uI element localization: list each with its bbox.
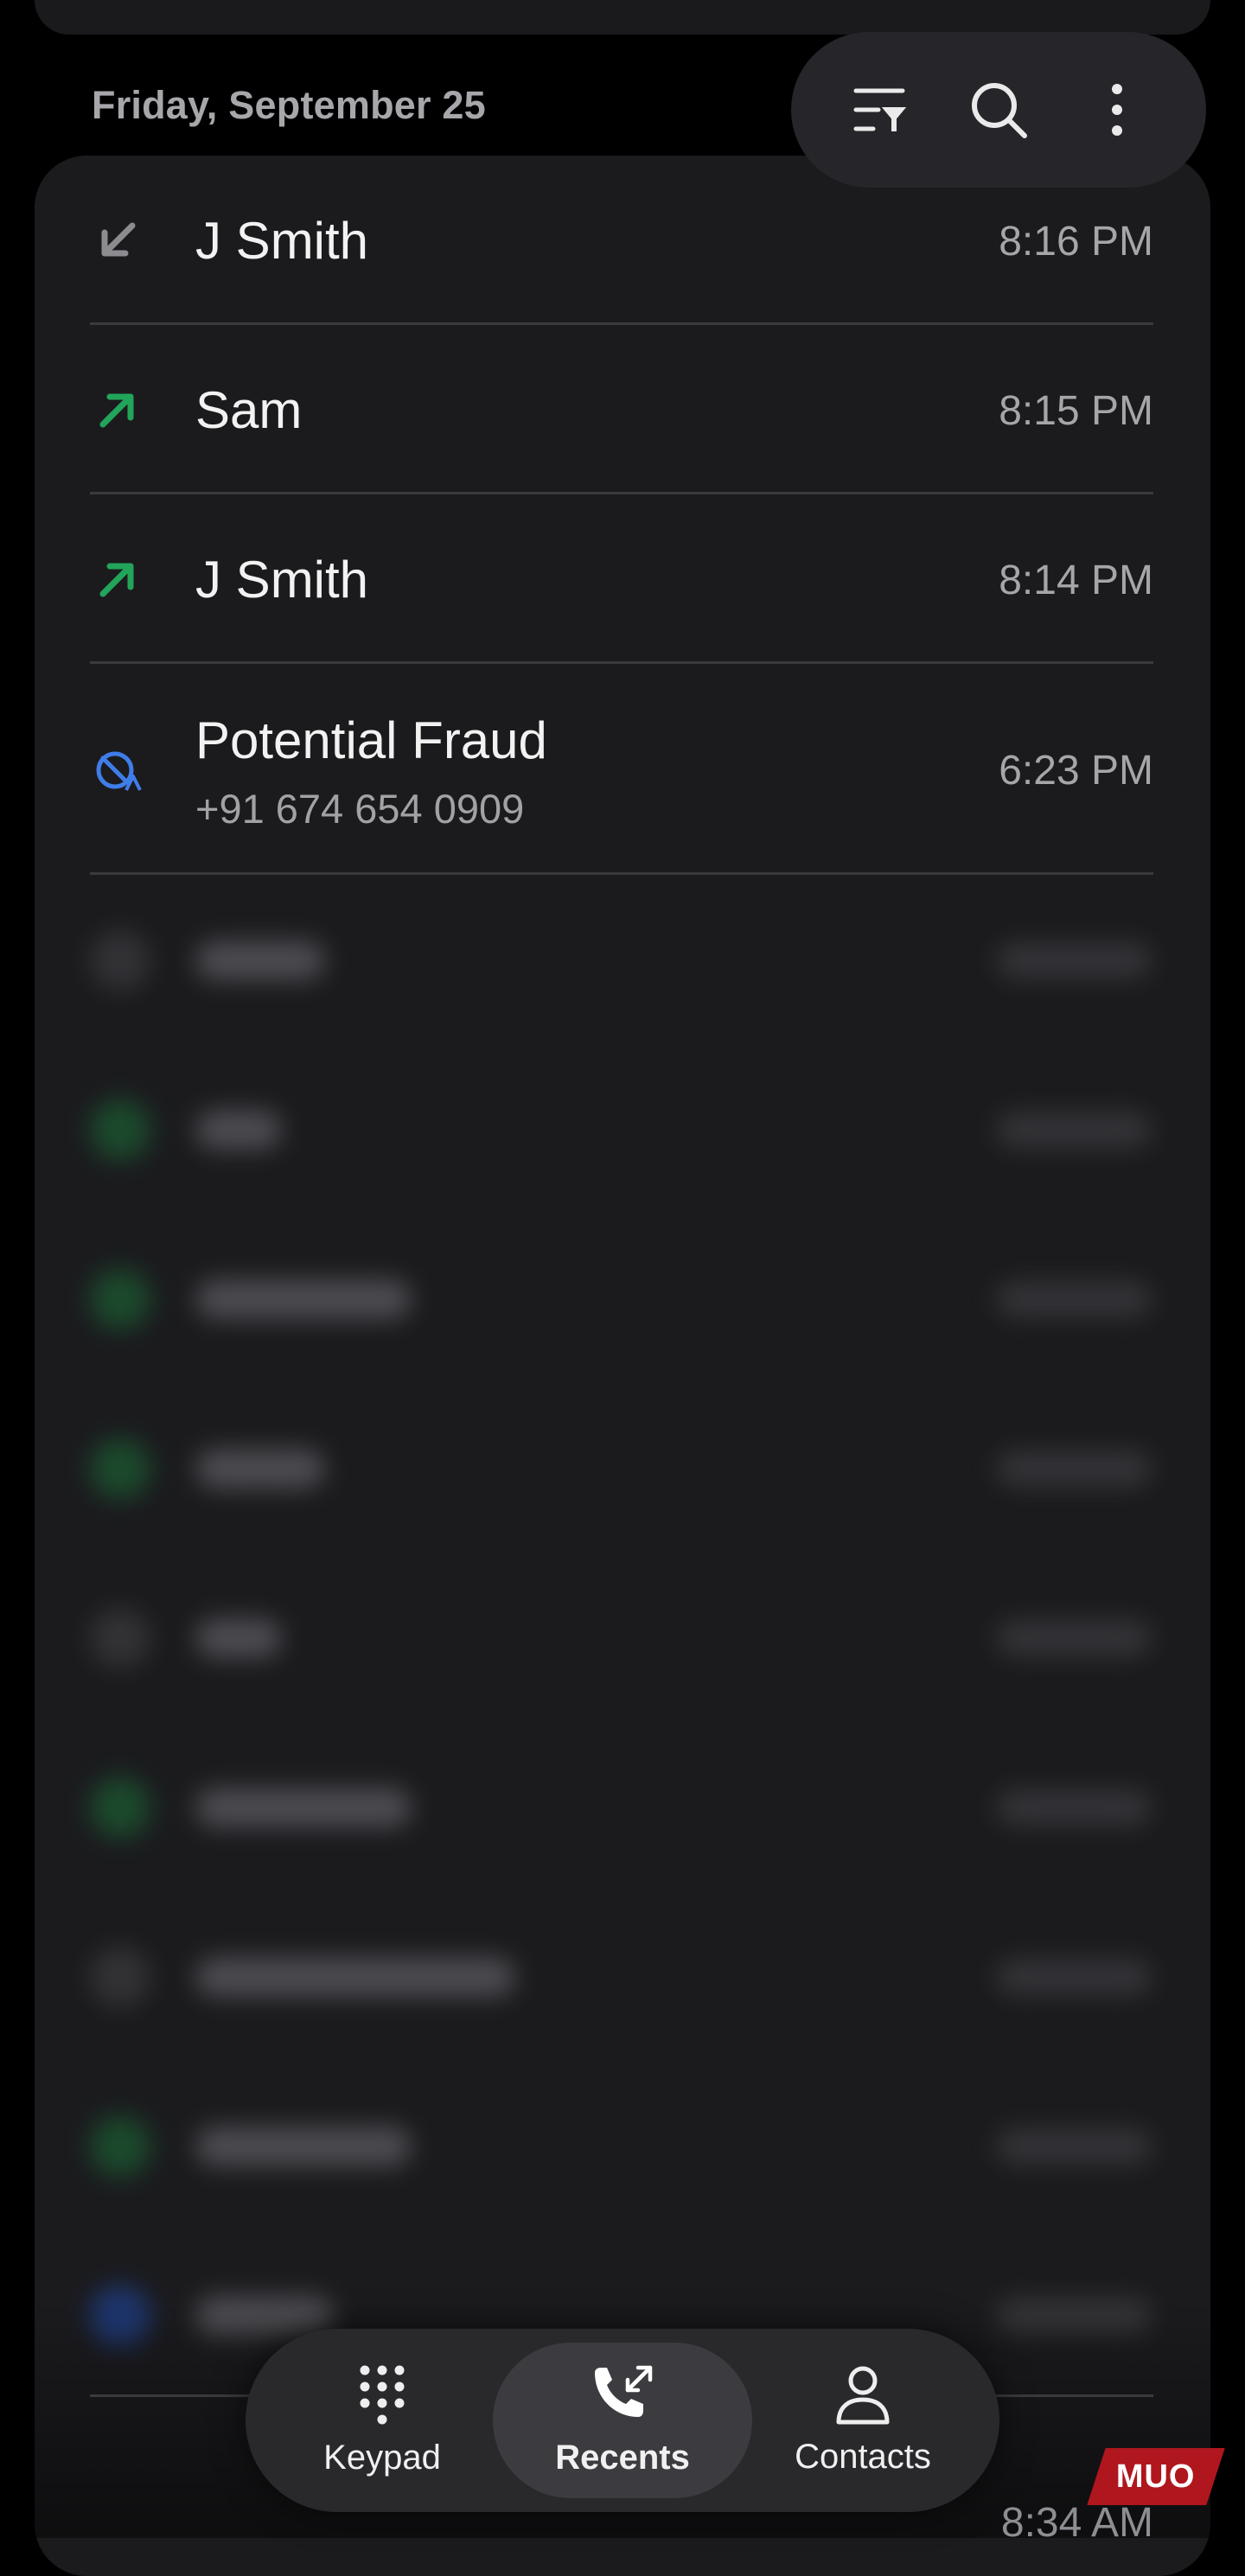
filter-icon (853, 88, 906, 131)
blurred-call-row[interactable] (81, 1777, 1159, 1838)
date-header: Friday, September 25 (92, 83, 486, 127)
blurred-call-row[interactable] (81, 930, 1159, 991)
watermark-text: MUO (1116, 2458, 1196, 2495)
call-time: 8:15 PM (999, 388, 1153, 434)
blurred-call-row[interactable] (81, 1947, 1159, 2007)
search-icon (971, 83, 1027, 138)
toolbar (791, 32, 1206, 188)
nav-label: Recents (555, 2438, 690, 2477)
blurred-call-row[interactable] (81, 1100, 1159, 1160)
nav-recents[interactable]: Recents (493, 2343, 752, 2498)
nav-label: Contacts (795, 2437, 931, 2476)
more-options-button[interactable] (1076, 68, 1159, 151)
blurred-call-row[interactable] (81, 1269, 1159, 1329)
recents-icon (595, 2365, 653, 2417)
search-button[interactable] (957, 68, 1040, 151)
call-name: J Smith (195, 212, 369, 270)
nav-label: Keypad (323, 2438, 441, 2477)
bottom-navigation: Keypad Recents Contacts (246, 2329, 999, 2512)
call-row[interactable]: Potential Fraud +91 674 654 0909 6:23 PM (90, 664, 1153, 875)
more-vert-icon (1112, 84, 1123, 136)
call-time: 6:23 PM (999, 748, 1153, 794)
call-time: 8:14 PM (999, 558, 1153, 603)
nav-contacts[interactable]: Contacts (733, 2343, 993, 2498)
previous-card (35, 0, 1210, 35)
call-row[interactable]: Sam 8:15 PM (90, 325, 1153, 494)
call-time: 8:16 PM (999, 219, 1153, 265)
call-name: Potential Fraud (195, 711, 547, 769)
call-time: 8:34 AM (1000, 2500, 1153, 2546)
keypad-icon (360, 2365, 405, 2424)
nav-keypad[interactable]: Keypad (252, 2343, 512, 2498)
call-name: Sam (195, 381, 303, 439)
blocked-call-icon (90, 743, 145, 799)
call-row[interactable]: J Smith 8:14 PM (90, 494, 1153, 664)
blurred-call-row[interactable] (81, 1438, 1159, 1499)
incoming-call-icon (90, 213, 145, 268)
blurred-call-row[interactable] (81, 1608, 1159, 1668)
outgoing-call-icon (90, 552, 145, 607)
outgoing-call-icon (90, 382, 145, 437)
contacts-icon (836, 2366, 890, 2424)
site-watermark: MUO (1087, 2448, 1225, 2505)
call-number: +91 674 654 0909 (195, 786, 525, 832)
call-name: J Smith (195, 551, 369, 609)
blurred-call-row[interactable] (81, 2116, 1159, 2177)
filter-button[interactable] (839, 68, 922, 151)
